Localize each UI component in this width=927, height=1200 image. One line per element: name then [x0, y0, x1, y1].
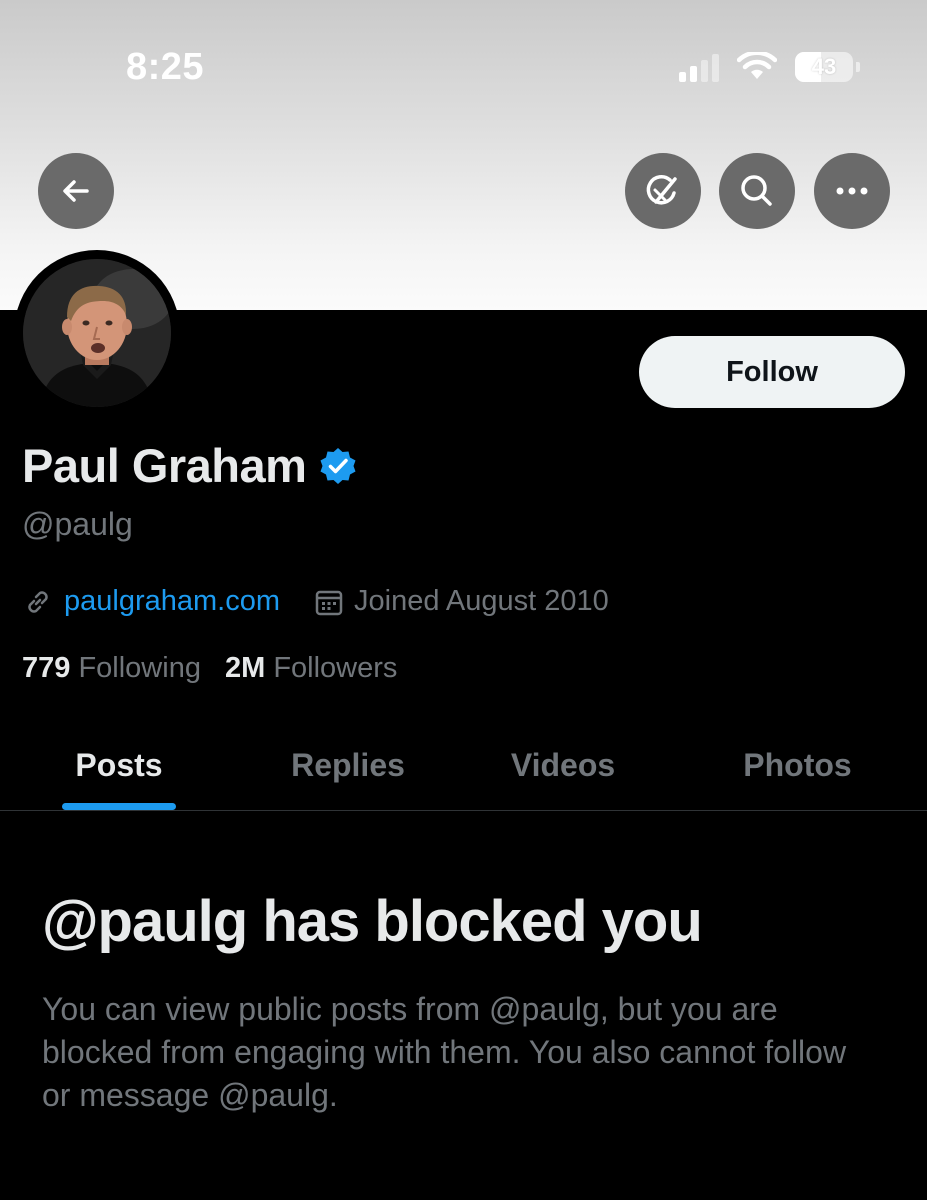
tab-posts[interactable]: Posts [0, 720, 238, 810]
back-button[interactable] [38, 153, 114, 229]
tab-photos-label: Photos [743, 746, 852, 783]
link-icon [28, 590, 48, 613]
tab-replies[interactable]: Replies [238, 720, 458, 810]
following-stat[interactable]: 779 Following [22, 652, 201, 685]
profile-handle: @paulg [22, 506, 133, 542]
verified-badge-icon[interactable] [318, 446, 358, 486]
status-indicators: 43 [679, 52, 860, 82]
followers-count: 2M [224, 652, 266, 684]
joined-date: Joined August 2010 [354, 585, 609, 617]
search-button[interactable] [719, 153, 795, 229]
active-tab-indicator [62, 803, 176, 810]
more-horizontal-icon [836, 187, 868, 195]
profile-tabs: Posts Replies Videos Photos [0, 720, 927, 811]
avatar-photo [23, 259, 171, 407]
followers-label: Followers [273, 652, 398, 684]
following-count: 779 [22, 652, 71, 684]
blocked-title: @paulg has blocked you [42, 889, 703, 954]
arrow-left-icon [63, 180, 89, 202]
tab-photos[interactable]: Photos [668, 720, 927, 810]
more-button[interactable] [814, 153, 890, 229]
cellular-signal-icon [679, 52, 719, 82]
followers-stat[interactable]: 2M Followers [225, 652, 397, 685]
profile-stats: 779 Following 2M Followers [22, 652, 397, 685]
wifi-icon [737, 52, 777, 79]
tab-videos-label: Videos [510, 746, 616, 783]
tab-videos[interactable]: Videos [458, 720, 668, 810]
website-item: paulgraham.com [22, 585, 280, 618]
blocked-description: You can view public posts from @paulg, b… [42, 991, 847, 1113]
profile-meta: paulgraham.com Joined August 2010 [22, 585, 609, 618]
profile-name-row: Paul Graham [22, 438, 358, 493]
battery-level: 43 [811, 54, 837, 79]
grok-button[interactable] [625, 153, 701, 229]
avatar[interactable] [14, 250, 180, 416]
tab-replies-label: Replies [291, 746, 405, 783]
search-icon [741, 175, 772, 206]
website-link[interactable]: paulgraham.com [64, 585, 280, 618]
battery-icon: 43 [795, 52, 860, 82]
following-label: Following [78, 652, 201, 684]
follow-button[interactable]: Follow [639, 336, 905, 408]
calendar-icon [315, 590, 343, 615]
profile-page: 8:25 43 Follow Paul Graham @paulg paulgr… [0, 0, 927, 1200]
status-time: 8:25 [126, 46, 205, 88]
grok-icon [646, 175, 677, 205]
display-name: Paul Graham [22, 439, 307, 492]
joined-item: Joined August 2010 [314, 585, 609, 618]
tab-posts-label: Posts [75, 746, 163, 783]
